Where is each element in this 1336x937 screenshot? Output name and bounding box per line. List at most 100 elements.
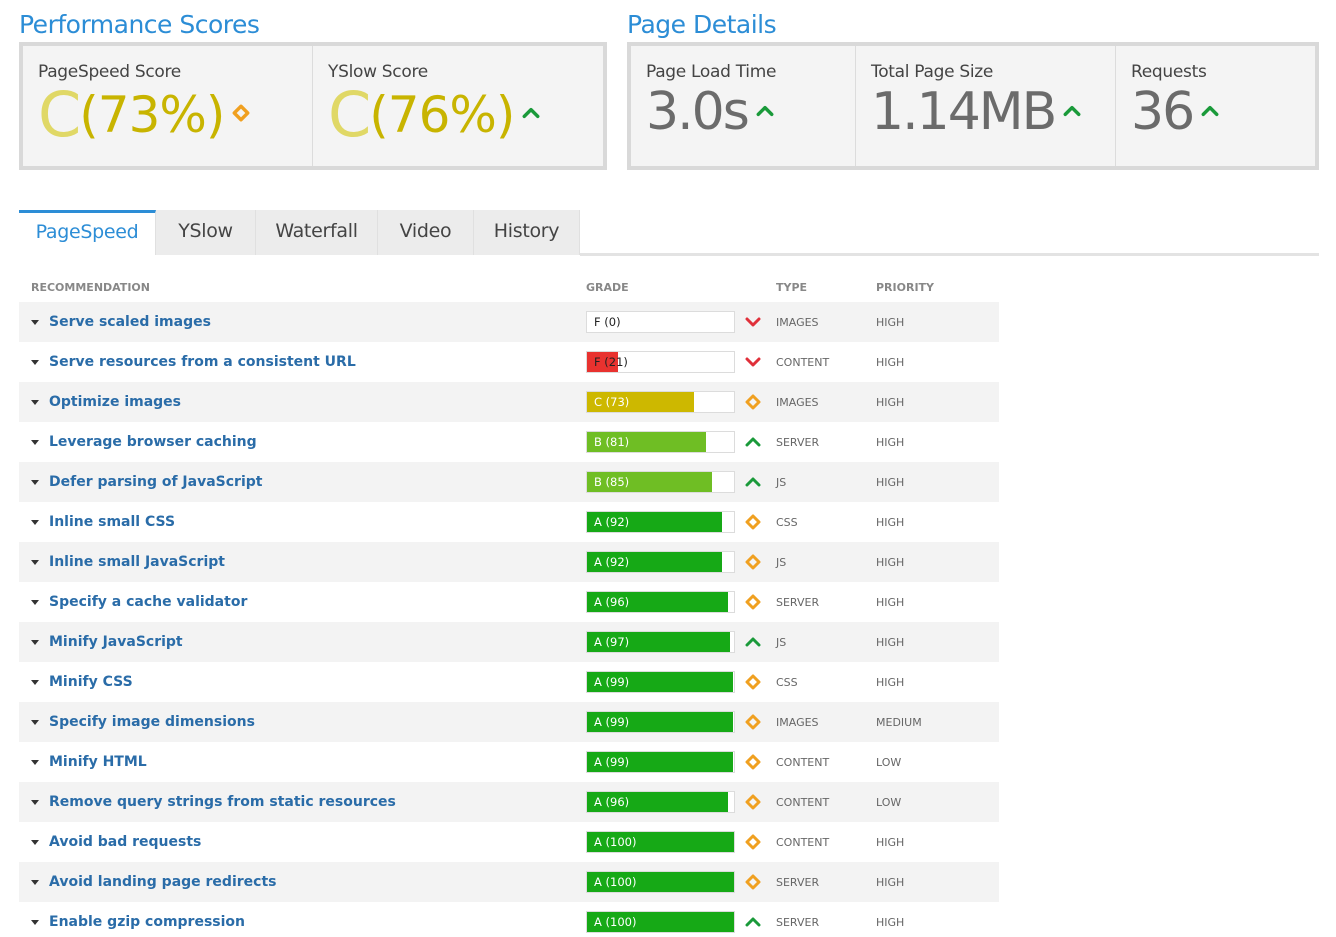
grade-label: A (99) <box>594 675 630 689</box>
grade-label: A (97) <box>594 635 630 649</box>
recommendation-label[interactable]: Defer parsing of JavaScript <box>49 474 262 490</box>
recommendation-cell[interactable]: Inline small CSS <box>19 514 586 530</box>
recommendation-cell[interactable]: Serve scaled images <box>19 314 586 330</box>
recommendation-cell[interactable]: Minify JavaScript <box>19 634 586 650</box>
priority-cell: HIGH <box>876 515 905 529</box>
expand-caret-icon[interactable] <box>31 879 39 885</box>
recommendation-label[interactable]: Enable gzip compression <box>49 914 245 930</box>
recommendation-label[interactable]: Serve resources from a consistent URL <box>49 354 356 370</box>
grade-label: F (0) <box>594 315 621 329</box>
table-body: Serve scaled images F (0) IMAGES HIGH Se… <box>19 302 999 937</box>
recommendation-label[interactable]: Minify HTML <box>49 754 147 770</box>
page-load-time: Page Load Time 3.0s <box>631 46 856 166</box>
table-row[interactable]: Minify HTML A (99) CONTENT LOW <box>19 742 999 782</box>
priority-cell: HIGH <box>876 555 905 569</box>
grade-bar: A (96) <box>586 791 735 813</box>
table-row[interactable]: Leverage browser caching B (81) SERVER H… <box>19 422 999 462</box>
priority-cell: HIGH <box>876 875 905 889</box>
type-cell: SERVER <box>776 875 820 889</box>
recommendation-cell[interactable]: Avoid landing page redirects <box>19 874 586 890</box>
expand-caret-icon[interactable] <box>31 719 39 725</box>
recommendation-label[interactable]: Leverage browser caching <box>49 434 257 450</box>
table-row[interactable]: Inline small JavaScript A (92) JS HIGH <box>19 542 999 582</box>
recommendation-cell[interactable]: Inline small JavaScript <box>19 554 586 570</box>
grade-label: A (100) <box>594 835 637 849</box>
tab-video[interactable]: Video <box>378 210 474 255</box>
recommendation-cell[interactable]: Minify HTML <box>19 754 586 770</box>
recommendation-cell[interactable]: Minify CSS <box>19 674 586 690</box>
table-row[interactable]: Defer parsing of JavaScript B (85) JS HI… <box>19 462 999 502</box>
recommendation-label[interactable]: Minify CSS <box>49 674 133 690</box>
recommendation-cell[interactable]: Optimize images <box>19 394 586 410</box>
expand-caret-icon[interactable] <box>31 799 39 805</box>
recommendation-cell[interactable]: Specify image dimensions <box>19 714 586 730</box>
table-row[interactable]: Minify CSS A (99) CSS HIGH <box>19 662 999 702</box>
recommendation-label[interactable]: Serve scaled images <box>49 314 211 330</box>
expand-caret-icon[interactable] <box>31 559 39 565</box>
recommendation-cell[interactable]: Remove query strings from static resourc… <box>19 794 586 810</box>
priority-cell: HIGH <box>876 835 905 849</box>
recommendation-label[interactable]: Remove query strings from static resourc… <box>49 794 396 810</box>
table-row[interactable]: Avoid landing page redirects A (100) SER… <box>19 862 999 902</box>
table-row[interactable]: Enable gzip compression A (100) SERVER H… <box>19 902 999 937</box>
expand-caret-icon[interactable] <box>31 759 39 765</box>
recommendation-cell[interactable]: Defer parsing of JavaScript <box>19 474 586 490</box>
table-row[interactable]: Avoid bad requests A (100) CONTENT HIGH <box>19 822 999 862</box>
recommendation-label[interactable]: Specify a cache validator <box>49 594 247 610</box>
grade-cell: A (92) <box>586 511 776 533</box>
recommendation-label[interactable]: Specify image dimensions <box>49 714 255 730</box>
recommendation-label[interactable]: Inline small JavaScript <box>49 554 225 570</box>
priority-cell: HIGH <box>876 675 905 689</box>
tab-yslow[interactable]: YSlow <box>156 210 256 255</box>
tab-pagespeed[interactable]: PageSpeed <box>19 210 156 255</box>
yslow-grade-percent: (76%) <box>369 86 515 144</box>
tab-waterfall[interactable]: Waterfall <box>256 210 378 255</box>
expand-caret-icon[interactable] <box>31 679 39 685</box>
recommendation-label[interactable]: Optimize images <box>49 394 181 410</box>
recommendation-cell[interactable]: Specify a cache validator <box>19 594 586 610</box>
recommendation-cell[interactable]: Serve resources from a consistent URL <box>19 354 586 370</box>
performance-scores-title: Performance Scores <box>19 10 260 39</box>
expand-caret-icon[interactable] <box>31 399 39 405</box>
expand-caret-icon[interactable] <box>31 839 39 845</box>
grade-label: A (92) <box>594 515 630 529</box>
yslow-score-label: YSlow Score <box>328 62 428 82</box>
chevron-up-icon <box>1063 102 1081 124</box>
recommendation-cell[interactable]: Enable gzip compression <box>19 914 586 930</box>
expand-caret-icon[interactable] <box>31 599 39 605</box>
page-details-panel: Page Load Time 3.0s Total Page Size 1.14… <box>627 42 1319 170</box>
report-tabs: PageSpeed YSlow Waterfall Video History <box>19 210 580 255</box>
table-row[interactable]: Serve resources from a consistent URL F … <box>19 342 999 382</box>
type-cell: IMAGES <box>776 395 819 409</box>
table-row[interactable]: Specify a cache validator A (96) SERVER … <box>19 582 999 622</box>
type-cell: CONTENT <box>776 355 830 369</box>
expand-caret-icon[interactable] <box>31 319 39 325</box>
table-row[interactable]: Specify image dimensions A (99) IMAGES M… <box>19 702 999 742</box>
expand-caret-icon[interactable] <box>31 359 39 365</box>
grade-label: A (96) <box>594 595 630 609</box>
priority-cell: HIGH <box>876 355 905 369</box>
recommendation-label[interactable]: Avoid landing page redirects <box>49 874 276 890</box>
recommendation-label[interactable]: Inline small CSS <box>49 514 175 530</box>
diamond-icon <box>232 104 250 126</box>
expand-caret-icon[interactable] <box>31 519 39 525</box>
recommendation-label[interactable]: Minify JavaScript <box>49 634 183 650</box>
expand-caret-icon[interactable] <box>31 919 39 925</box>
expand-caret-icon[interactable] <box>31 439 39 445</box>
table-row[interactable]: Inline small CSS A (92) CSS HIGH <box>19 502 999 542</box>
total-page-size: Total Page Size 1.14MB <box>856 46 1116 166</box>
pagespeed-score-label: PageSpeed Score <box>38 62 181 82</box>
table-row[interactable]: Serve scaled images F (0) IMAGES HIGH <box>19 302 999 342</box>
table-row[interactable]: Optimize images C (73) IMAGES HIGH <box>19 382 999 422</box>
page-load-time-value: 3.0s <box>646 82 750 142</box>
recommendations-table: RECOMMENDATION GRADE TYPE PRIORITY Serve… <box>19 272 999 937</box>
recommendation-cell[interactable]: Avoid bad requests <box>19 834 586 850</box>
grade-bar: F (21) <box>586 351 735 373</box>
tab-history[interactable]: History <box>474 210 580 255</box>
expand-caret-icon[interactable] <box>31 639 39 645</box>
table-row[interactable]: Remove query strings from static resourc… <box>19 782 999 822</box>
table-row[interactable]: Minify JavaScript A (97) JS HIGH <box>19 622 999 662</box>
recommendation-cell[interactable]: Leverage browser caching <box>19 434 586 450</box>
recommendation-label[interactable]: Avoid bad requests <box>49 834 201 850</box>
expand-caret-icon[interactable] <box>31 479 39 485</box>
